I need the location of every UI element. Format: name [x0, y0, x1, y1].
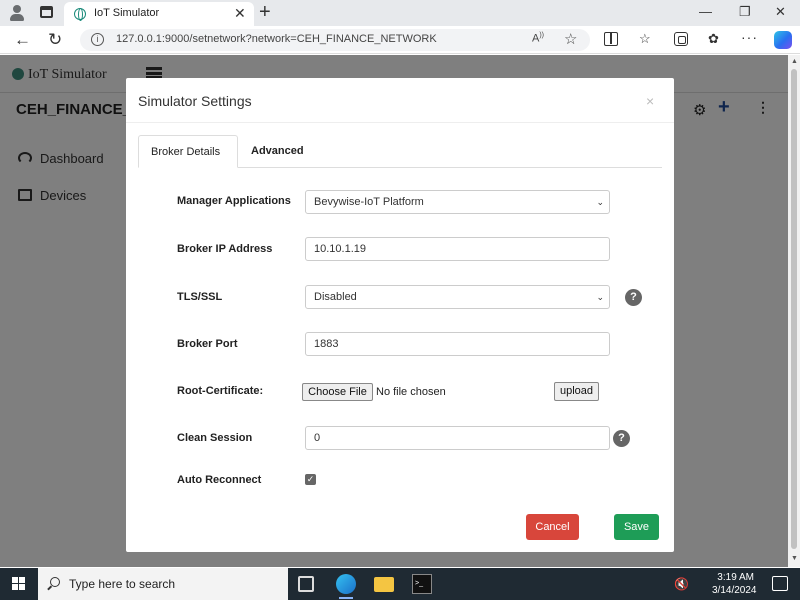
active-app-indicator	[339, 597, 353, 599]
scroll-down-icon[interactable]: ▼	[791, 555, 798, 562]
clock-time: 3:19 AM	[717, 572, 754, 583]
tab-title: IoT Simulator	[94, 7, 160, 19]
scroll-up-icon[interactable]: ▲	[791, 58, 798, 65]
manager-applications-label: Manager Applications	[177, 195, 291, 207]
taskbar-search[interactable]: Type here to search	[38, 568, 288, 600]
close-icon[interactable]: ×	[646, 93, 654, 109]
site-info-icon[interactable]: i	[91, 33, 104, 46]
notifications-icon[interactable]	[772, 576, 788, 591]
more-icon[interactable]: ···	[741, 30, 757, 46]
favorite-star-icon[interactable]: ☆	[564, 30, 577, 48]
clock-date: 3/14/2024	[712, 585, 757, 596]
read-aloud-icon[interactable]: A))	[532, 32, 544, 45]
minimize-icon[interactable]: —	[699, 4, 712, 19]
help-icon[interactable]: ?	[613, 430, 630, 447]
clock[interactable]: 3:19 AM 3/14/2024	[712, 571, 757, 597]
divider	[126, 122, 674, 123]
close-icon[interactable]: ✕	[234, 5, 246, 22]
favorites-icon[interactable]: ☆	[639, 32, 653, 46]
page-scrollbar[interactable]: ▲ ▼	[788, 55, 800, 567]
windows-taskbar: Type here to search >_ 🔇 3:19 AM 3/14/20…	[0, 568, 800, 600]
no-file-chosen-text: No file chosen	[376, 386, 446, 398]
chevron-down-icon: ⌄	[596, 197, 604, 207]
broker-port-label: Broker Port	[177, 338, 238, 350]
window-close-icon[interactable]: ✕	[775, 4, 786, 20]
browser-tab[interactable]: IoT Simulator ✕	[64, 2, 254, 26]
url-text[interactable]: 127.0.0.1:9000/setnetwork?network=CEH_FI…	[116, 33, 437, 45]
collections-icon[interactable]	[674, 32, 688, 46]
choose-file-button[interactable]: Choose File	[302, 383, 373, 401]
file-explorer-icon[interactable]	[374, 577, 394, 592]
simulator-settings-modal: Simulator Settings × Broker Details Adva…	[126, 78, 674, 552]
help-icon[interactable]: ?	[625, 289, 642, 306]
broker-port-value: 1883	[314, 338, 339, 350]
scrollbar-thumb[interactable]	[791, 69, 797, 549]
profile-icon[interactable]	[8, 4, 26, 22]
tls-ssl-label: TLS/SSL	[177, 291, 223, 303]
cancel-button[interactable]: Cancel	[526, 514, 579, 540]
clean-session-input[interactable]: 0	[305, 426, 610, 450]
windows-start-icon[interactable]	[12, 577, 26, 591]
copilot-icon[interactable]	[774, 31, 792, 49]
upload-button[interactable]: upload	[554, 382, 599, 401]
tab-actions-icon[interactable]	[40, 6, 53, 18]
new-tab-icon[interactable]: +	[259, 1, 271, 24]
modal-title: Simulator Settings	[138, 93, 252, 109]
search-icon	[50, 577, 60, 587]
auto-reconnect-label: Auto Reconnect	[177, 474, 262, 486]
page-viewport: IoT Simulator CEH_FINANCE_ ⚙ + ⋮ Dashboa…	[0, 55, 800, 567]
refresh-icon[interactable]: ↻	[48, 30, 62, 50]
tls-ssl-value: Disabled	[314, 291, 357, 303]
browser-tab-bar: IoT Simulator ✕ + — ❐ ✕	[0, 0, 800, 26]
maximize-icon[interactable]: ❐	[739, 4, 751, 20]
clean-session-label: Clean Session	[177, 432, 253, 444]
tls-ssl-select[interactable]: Disabled ⌄	[305, 285, 610, 309]
tab-broker-details[interactable]: Broker Details	[138, 135, 238, 168]
terminal-icon[interactable]: >_	[412, 574, 432, 594]
search-placeholder: Type here to search	[69, 577, 176, 591]
edge-icon[interactable]	[336, 574, 356, 594]
back-icon[interactable]: ←	[14, 30, 31, 50]
address-bar-row: ← ↻ i 127.0.0.1:9000/setnetwork?network=…	[0, 26, 800, 54]
broker-port-input[interactable]: 1883	[305, 332, 610, 356]
chevron-down-icon: ⌄	[596, 292, 604, 302]
save-button[interactable]: Save	[614, 514, 659, 540]
speaker-muted-icon[interactable]: 🔇	[674, 577, 689, 591]
manager-applications-select[interactable]: Bevywise-IoT Platform ⌄	[305, 190, 610, 214]
broker-ip-value: 10.10.1.19	[314, 243, 366, 255]
globe-icon	[74, 8, 86, 21]
tab-advanced[interactable]: Advanced	[239, 135, 316, 168]
manager-applications-value: Bevywise-IoT Platform	[314, 196, 424, 208]
auto-reconnect-checkbox[interactable]: ✓	[305, 474, 316, 485]
url-field[interactable]: i 127.0.0.1:9000/setnetwork?network=CEH_…	[80, 29, 590, 51]
root-certificate-label: Root-Certificate:	[177, 385, 264, 397]
split-screen-icon[interactable]	[604, 32, 618, 46]
broker-ip-input[interactable]: 10.10.1.19	[305, 237, 610, 261]
task-view-icon[interactable]	[298, 576, 314, 592]
clean-session-value: 0	[314, 432, 321, 444]
extensions-icon[interactable]: ✿	[708, 32, 722, 46]
broker-ip-label: Broker IP Address	[177, 243, 273, 255]
